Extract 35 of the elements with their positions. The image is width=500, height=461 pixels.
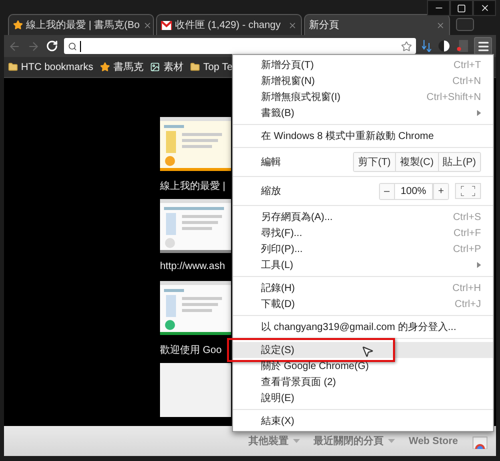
thumbnail-title[interactable]: 歡迎使用 Goo bbox=[160, 343, 231, 357]
bookmark[interactable]: 素材 bbox=[150, 60, 184, 74]
menu-item[interactable]: 結束(X) bbox=[233, 413, 493, 429]
menu-item[interactable]: 查看背景頁面 (2) bbox=[233, 374, 493, 390]
thumbnail-title[interactable]: 線上我的最愛 | bbox=[160, 179, 231, 193]
edit-button[interactable]: 複製(C) bbox=[394, 153, 438, 171]
menu-item[interactable]: 設定(S) bbox=[233, 342, 493, 358]
browser-tab[interactable]: 收件匣 (1,429) - changy bbox=[156, 14, 302, 35]
menu-item[interactable]: 記錄(H) Ctrl+H bbox=[233, 280, 493, 296]
edit-button[interactable]: 剪下(T) bbox=[354, 153, 395, 171]
menu-item[interactable]: 以 changyang319@gmail.com 的身分登入... bbox=[233, 319, 493, 335]
zoom-level: 100% bbox=[394, 184, 434, 198]
menu-item[interactable]: 關於 Google Chrome(G) bbox=[233, 358, 493, 374]
menu-item[interactable]: 在 Windows 8 模式中重新啟動 Chrome bbox=[233, 128, 493, 144]
bookmark[interactable]: Top Te bbox=[190, 62, 233, 72]
menu-item[interactable]: 新增視窗(N) Ctrl+N bbox=[233, 73, 493, 89]
menu-item[interactable]: 工具(L) bbox=[233, 257, 493, 273]
thumbnail-title[interactable]: http://www.ash bbox=[160, 261, 231, 275]
menu-label: 編輯 bbox=[261, 156, 282, 169]
menu-item[interactable]: 新增分頁(T) Ctrl+T bbox=[233, 57, 493, 73]
zoom-in-button[interactable]: + bbox=[433, 184, 448, 198]
menu-item[interactable]: 說明(E) bbox=[233, 390, 493, 406]
bookmark[interactable]: HTC bookmarks bbox=[8, 62, 94, 72]
edit-button[interactable]: 貼上(P) bbox=[438, 153, 480, 171]
menu-item[interactable]: 新增無痕式視窗(I) Ctrl+Shift+N bbox=[233, 89, 493, 105]
browser-tab[interactable]: 新分頁 bbox=[304, 14, 450, 35]
menu-item[interactable]: 尋找(F)... Ctrl+F bbox=[233, 225, 493, 241]
zoom-out-button[interactable]: – bbox=[380, 184, 394, 198]
menu-label: 縮放 bbox=[261, 184, 282, 198]
menu-item[interactable]: 書籤(B) bbox=[233, 105, 493, 121]
browser-tab[interactable]: 線上我的最愛 | 書馬克(Bo bbox=[8, 14, 154, 35]
menu-item[interactable]: 列印(P)... Ctrl+P bbox=[233, 241, 493, 257]
menu-item[interactable]: 下載(D) Ctrl+J bbox=[233, 296, 493, 312]
bookmark[interactable]: 書馬克 bbox=[100, 60, 144, 74]
menu-item[interactable]: 另存網頁為(A)... Ctrl+S bbox=[233, 209, 493, 225]
